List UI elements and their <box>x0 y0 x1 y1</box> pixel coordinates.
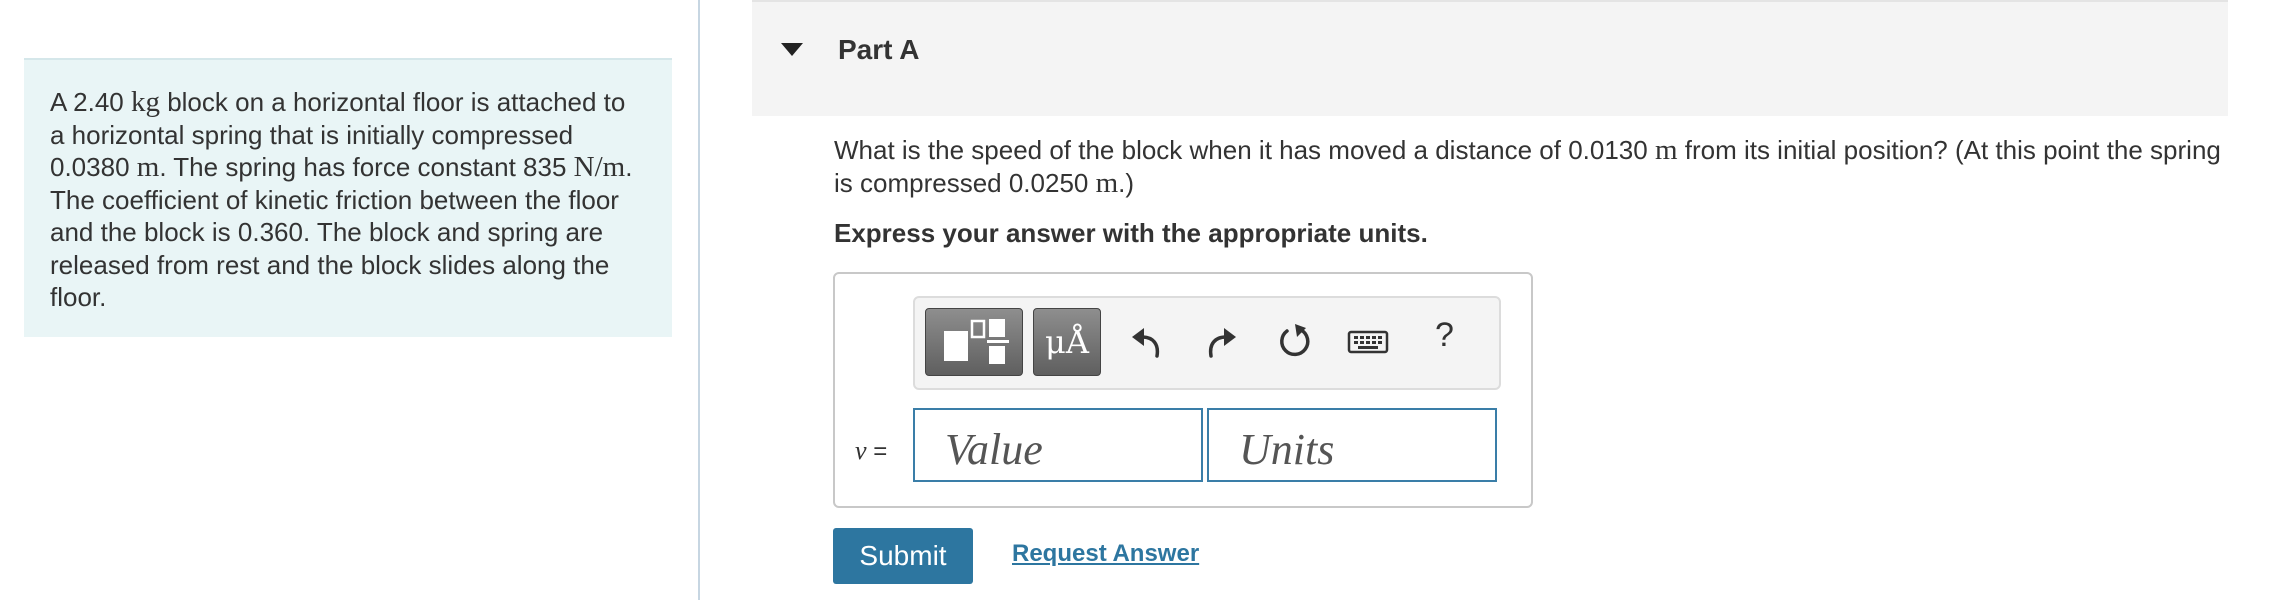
reset-icon[interactable] <box>1275 322 1315 362</box>
variable-symbol: v <box>855 436 867 465</box>
help-icon[interactable]: ? <box>1435 316 1454 355</box>
keyboard-icon[interactable] <box>1347 324 1389 360</box>
redo-icon[interactable] <box>1201 322 1241 362</box>
answer-box: μÅ ? v = <box>833 272 1533 508</box>
variable-label: v = <box>855 436 887 466</box>
question-text-part: What is the speed of the block when it h… <box>834 135 1655 165</box>
templates-icon <box>944 319 1009 364</box>
problem-panel: A 2.40 kg block on a horizontal floor is… <box>24 58 672 337</box>
question-text-part: .) <box>1118 168 1135 198</box>
units-input[interactable] <box>1207 408 1497 482</box>
part-title: Part A <box>838 34 920 65</box>
submit-button[interactable]: Submit <box>833 528 973 584</box>
symbols-button[interactable]: μÅ <box>1033 308 1101 376</box>
math-toolbar: μÅ ? <box>913 296 1501 390</box>
collapse-triangle-icon[interactable] <box>780 40 804 60</box>
part-header[interactable]: Part A <box>752 0 2228 116</box>
undo-icon[interactable] <box>1127 322 1167 362</box>
request-answer-link[interactable]: Request Answer <box>1012 540 1199 568</box>
templates-button[interactable] <box>925 308 1023 376</box>
symbols-label: μÅ <box>1045 323 1089 361</box>
unit-kg: kg <box>130 86 160 118</box>
equals-sign: = <box>866 438 888 465</box>
unit-m: m <box>1095 167 1119 199</box>
unit-n-per-m: N/m <box>573 151 626 183</box>
unit-m: m <box>136 151 160 183</box>
unit-m: m <box>1654 134 1678 166</box>
problem-text-part: . The spring has force constant 835 <box>159 152 574 182</box>
problem-text: A 2.40 kg block on a horizontal floor is… <box>50 86 646 314</box>
value-input[interactable] <box>913 408 1203 482</box>
question-text: What is the speed of the block when it h… <box>834 134 2234 200</box>
problem-text-part: A 2.40 <box>50 87 131 117</box>
answer-instruction: Express your answer with the appropriate… <box>834 218 1428 248</box>
vertical-divider <box>698 0 700 600</box>
